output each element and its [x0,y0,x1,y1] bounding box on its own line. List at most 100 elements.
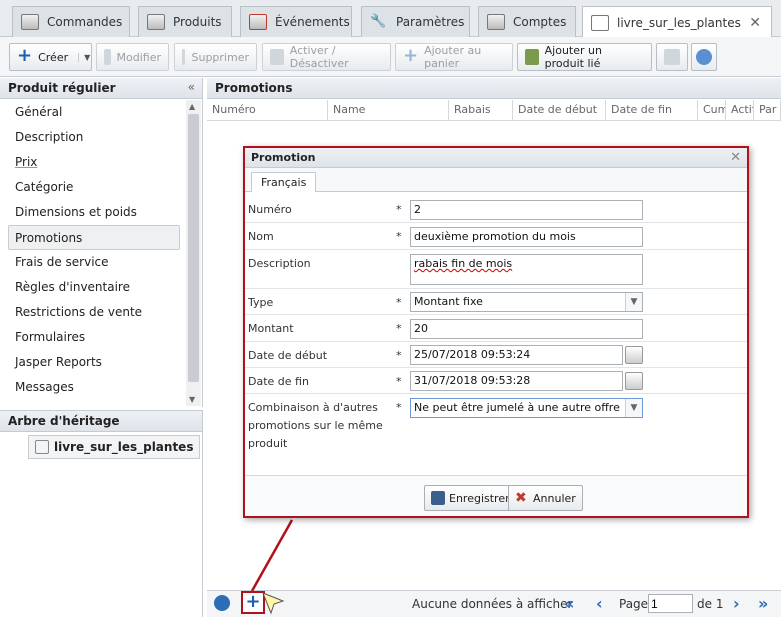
globe-button[interactable] [691,43,717,71]
nom-input[interactable]: deuxième promotion du mois [410,227,643,247]
field-nom: Nom * deuxième promotion du mois [245,223,747,250]
page-number-input[interactable] [648,594,693,613]
col-actif[interactable]: Actif [726,100,754,121]
tab-commandes[interactable]: Commandes [12,6,130,37]
add-to-cart-label: Ajouter au panier [424,44,482,70]
create-button[interactable]: + Créer ▼ [9,43,92,71]
wrench-icon: 🔧 [370,14,387,29]
plus-icon: + [17,45,33,66]
col-date-fin[interactable]: Date de fin [606,100,698,121]
close-icon[interactable]: ✕ [730,150,741,165]
create-label: Créer [38,50,69,64]
col-name[interactable]: Name [328,100,449,121]
required-marker: * [396,322,402,335]
nav-item-general[interactable]: Général [0,100,186,125]
collapse-icon[interactable]: « [188,80,195,94]
required-marker: * [396,375,402,388]
save-button[interactable]: Enregistrer [424,485,517,511]
heritage-tree-item[interactable]: livre_sur_les_plantes [28,435,201,459]
toggle-icon [270,49,284,65]
add-linked-product-button[interactable]: Ajouter un produit lié [517,43,652,71]
prev-page-icon[interactable]: ‹ [596,594,603,613]
nav-item-jasper[interactable]: Jasper Reports [0,350,186,375]
nav-scrollbar[interactable]: ▲ ▼ [186,100,201,406]
date-fin-input[interactable]: 31/07/2018 09:53:28 [410,371,623,391]
floppy-disk-icon [431,491,445,505]
scroll-down-icon[interactable]: ▼ [189,395,195,404]
tab-label: Événements [275,15,350,29]
delete-button[interactable]: Supprimer [174,43,257,71]
tab-produits[interactable]: Produits [138,6,232,37]
numero-input[interactable]: 2 [410,200,643,220]
last-page-icon[interactable]: » [758,594,768,613]
field-date-debut: Date de début * 25/07/2018 09:53:24 [245,342,747,368]
col-rabais[interactable]: Rabais [449,100,513,121]
col-date-debut[interactable]: Date de début [513,100,606,121]
nav-item-restrictions[interactable]: Restrictions de vente [0,300,186,325]
grid-column-headers: Numéro Name Rabais Date de début Date de… [207,100,781,121]
tab-comptes[interactable]: Comptes [478,6,576,37]
description-textarea[interactable]: rabais fin de mois [410,254,643,285]
montant-input[interactable]: 20 [410,319,643,339]
cancel-x-icon: ✖ [515,490,527,506]
tab-label: Paramètres [396,15,465,29]
refresh-icon[interactable] [214,595,230,611]
date-fin-label: Date de fin [248,375,309,388]
tab-label: livre_sur_les_plantes [617,15,741,30]
product-icon [591,14,609,31]
grid-title: Promotions [207,78,781,99]
chevron-down-icon[interactable]: ▼ [78,52,90,62]
combinaison-select[interactable]: Ne peut être jumelé à une autre offre ▼ [410,398,643,418]
toggle-label: Activer / Désactiver [289,44,349,70]
promotion-dialog: Promotion ✕ Français Numéro * 2 Nom * de… [243,146,749,518]
tab-evenements[interactable]: Événements [240,6,352,37]
combinaison-label: Combinaison à d'autres promotions sur le… [248,401,383,450]
nav-item-formulaires[interactable]: Formulaires [0,325,186,350]
date-debut-input[interactable]: 25/07/2018 09:53:24 [410,345,623,365]
dialog-title-text: Promotion [251,151,316,164]
first-page-icon[interactable]: « [564,594,574,613]
add-to-cart-button[interactable]: + Ajouter au panier [395,43,513,71]
nav-item-dimensions[interactable]: Dimensions et poids [0,200,186,225]
link-icon [664,49,680,65]
chevron-down-icon[interactable]: ▼ [625,293,642,311]
product-icon [35,440,49,454]
col-numero[interactable]: Numéro [207,100,328,121]
type-select[interactable]: Montant fixe ▼ [410,292,643,312]
required-marker: * [396,349,402,362]
products-icon [147,14,165,30]
heritage-item-label: livre_sur_les_plantes [54,440,194,454]
link-button[interactable] [656,43,688,71]
field-combinaison: Combinaison à d'autres promotions sur le… [245,394,747,456]
empty-message: Aucune données à afficher [412,597,573,611]
field-date-fin: Date de fin * 31/07/2018 09:53:28 [245,368,747,394]
date-debut-label: Date de début [248,349,328,362]
tab-label: Comptes [513,15,567,29]
calendar-icon[interactable] [625,346,643,364]
chevron-down-icon[interactable]: ▼ [625,399,642,417]
tab-livre-sur-les-plantes[interactable]: livre_sur_les_plantes ✕ [582,6,772,38]
heritage-title-text: Arbre d'héritage [8,414,120,428]
tab-francais[interactable]: Français [251,172,317,192]
nav-item-frais[interactable]: Frais de service [0,250,186,275]
toggle-active-button[interactable]: Activer / Désactiver [262,43,391,71]
modify-button[interactable]: Modifier [96,43,169,71]
nav-item-regles[interactable]: Règles d'inventaire [0,275,186,300]
nav-item-prix[interactable]: Prix [0,150,186,175]
add-linked-label: Ajouter un produit lié [544,44,602,70]
nav-item-categorie[interactable]: Catégorie [0,175,186,200]
save-label: Enregistrer [449,491,510,505]
nav-item-promotions[interactable]: Promotions [8,225,180,250]
calendar-icon[interactable] [625,372,643,390]
dialog-title: Promotion ✕ [245,148,747,168]
col-cumulable[interactable]: Cum [698,100,726,121]
cancel-button[interactable]: ✖ Annuler [508,485,583,511]
scroll-thumb[interactable] [188,114,199,382]
nav-item-messages[interactable]: Messages [0,375,186,400]
col-par[interactable]: Par r [754,100,781,121]
next-page-icon[interactable]: › [733,594,740,613]
tab-parametres[interactable]: 🔧 Paramètres [361,6,470,37]
close-icon[interactable]: ✕ [749,15,761,31]
scroll-up-icon[interactable]: ▲ [189,102,195,111]
nav-item-description[interactable]: Description [0,125,186,150]
